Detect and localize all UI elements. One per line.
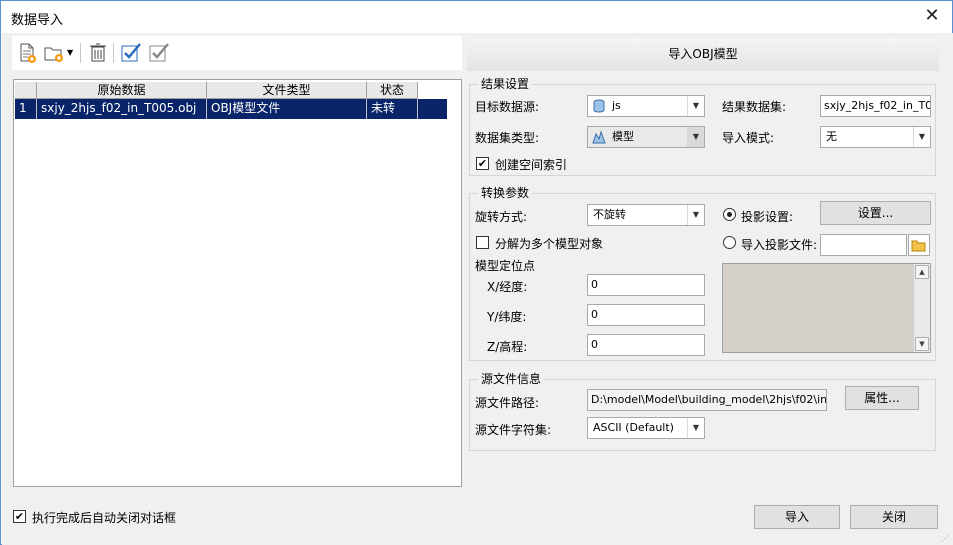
import-mode-value: 无 <box>826 130 837 143</box>
source-data-grid[interactable]: 原始数据 文件类型 状态 1 sxjy_2hjs_f02_in_T005.obj… <box>13 79 462 487</box>
toolbar-separator <box>80 43 81 63</box>
column-header-status[interactable]: 状态 <box>367 82 418 99</box>
projection-setting-button[interactable]: 设置... <box>820 201 931 225</box>
folder-open-icon <box>911 240 926 252</box>
toolbar: ▼ <box>12 36 462 70</box>
column-header-type[interactable]: 文件类型 <box>207 82 367 99</box>
properties-button[interactable]: 属性... <box>845 386 919 410</box>
chevron-down-icon[interactable]: ▼ <box>913 127 930 147</box>
charset-value: ASCII (Default) <box>593 421 674 434</box>
close-icon[interactable]: ✕ <box>920 5 944 27</box>
radio-selected-dot <box>727 212 732 217</box>
chevron-down-icon[interactable]: ▼ <box>687 96 704 116</box>
model-position-label: 模型定位点 <box>475 259 536 273</box>
z-input[interactable]: 0 <box>587 334 705 356</box>
grid-corner-header <box>15 82 37 99</box>
vertical-scrollbar[interactable]: ▲ ▼ <box>913 264 930 352</box>
source-path-input[interactable]: D:\model\Model\building_model\2hjs\f02\i… <box>587 389 827 411</box>
row-index: 1 <box>15 99 37 119</box>
model-icon <box>592 130 606 144</box>
x-label: X/经度: <box>487 280 528 294</box>
row-source-file: sxjy_2hjs_f02_in_T005.obj <box>37 99 207 119</box>
split-models-label: 分解为多个模型对象 <box>495 237 604 251</box>
chevron-down-icon[interactable]: ▼ <box>687 418 704 438</box>
target-datasource-value: js <box>612 99 621 112</box>
convert-params-title: 转换参数 <box>478 186 533 200</box>
z-label: Z/高程: <box>487 340 528 354</box>
import-projection-input[interactable] <box>820 234 907 256</box>
import-projection-label: 导入投影文件: <box>741 238 818 252</box>
projection-info-box[interactable]: ▲ ▼ <box>722 263 931 353</box>
table-row[interactable]: 1 sxjy_2hjs_f02_in_T005.obj OBJ模型文件 未转 <box>15 99 447 119</box>
dropdown-arrow-icon[interactable]: ▼ <box>67 48 73 57</box>
scroll-down-icon[interactable]: ▼ <box>915 337 929 351</box>
dataset-type-value: 模型 <box>612 130 634 143</box>
row-status: 未转 <box>367 99 418 119</box>
column-header-source[interactable]: 原始数据 <box>37 82 207 99</box>
x-input[interactable]: 0 <box>587 274 705 296</box>
source-path-label: 源文件路径: <box>475 396 540 410</box>
import-mode-label: 导入模式: <box>722 131 775 145</box>
chevron-down-icon[interactable]: ▼ <box>687 127 704 147</box>
projection-setting-radio[interactable] <box>723 208 736 221</box>
resize-grip-icon[interactable]: ⋰ <box>941 534 949 543</box>
import-projection-radio[interactable] <box>723 236 736 249</box>
split-models-checkbox[interactable] <box>476 236 489 249</box>
auto-close-checkbox[interactable]: ✔ <box>13 510 26 523</box>
close-button[interactable]: 关闭 <box>850 505 938 529</box>
delete-icon[interactable] <box>87 42 109 64</box>
target-datasource-combo[interactable]: js ▼ <box>587 95 705 117</box>
dataset-type-label: 数据集类型: <box>475 131 540 145</box>
title-bar: 数据导入 ✕ <box>1 1 952 33</box>
add-folder-icon[interactable] <box>43 42 65 64</box>
charset-label: 源文件字符集: <box>475 423 552 437</box>
charset-combo[interactable]: ASCII (Default) ▼ <box>587 417 705 439</box>
projection-setting-label: 投影设置: <box>741 210 794 224</box>
auto-close-label: 执行完成后自动关闭对话框 <box>32 511 177 525</box>
browse-folder-button[interactable] <box>908 234 930 256</box>
dialog-title: 数据导入 <box>11 13 64 28</box>
result-settings-title: 结果设置 <box>478 77 533 91</box>
rotation-combo[interactable]: 不旋转 ▼ <box>587 204 705 226</box>
chevron-down-icon[interactable]: ▼ <box>687 205 704 225</box>
source-info-title: 源文件信息 <box>478 372 545 386</box>
rotation-value: 不旋转 <box>593 208 626 221</box>
select-invert-icon[interactable] <box>148 42 170 64</box>
y-input[interactable]: 0 <box>587 304 705 326</box>
result-dataset-label: 结果数据集: <box>722 100 787 114</box>
result-dataset-input[interactable]: sxjy_2hjs_f02_in_T005 <box>820 95 931 117</box>
toolbar-separator <box>113 43 114 63</box>
rotation-label: 旋转方式: <box>475 210 528 224</box>
spatial-index-checkbox[interactable]: ✔ <box>476 157 489 170</box>
import-mode-combo[interactable]: 无 ▼ <box>820 126 931 148</box>
import-type-banner: 导入OBJ模型 <box>467 37 939 71</box>
scroll-up-icon[interactable]: ▲ <box>915 265 929 279</box>
select-all-icon[interactable] <box>120 42 142 64</box>
row-file-type: OBJ模型文件 <box>207 99 367 119</box>
spatial-index-label: 创建空间索引 <box>495 158 568 172</box>
import-button[interactable]: 导入 <box>754 505 840 529</box>
database-icon <box>593 99 605 113</box>
dataset-type-combo[interactable]: 模型 ▼ <box>587 126 705 148</box>
target-datasource-label: 目标数据源: <box>475 100 540 114</box>
y-label: Y/纬度: <box>487 310 527 324</box>
add-file-icon[interactable] <box>16 42 38 64</box>
